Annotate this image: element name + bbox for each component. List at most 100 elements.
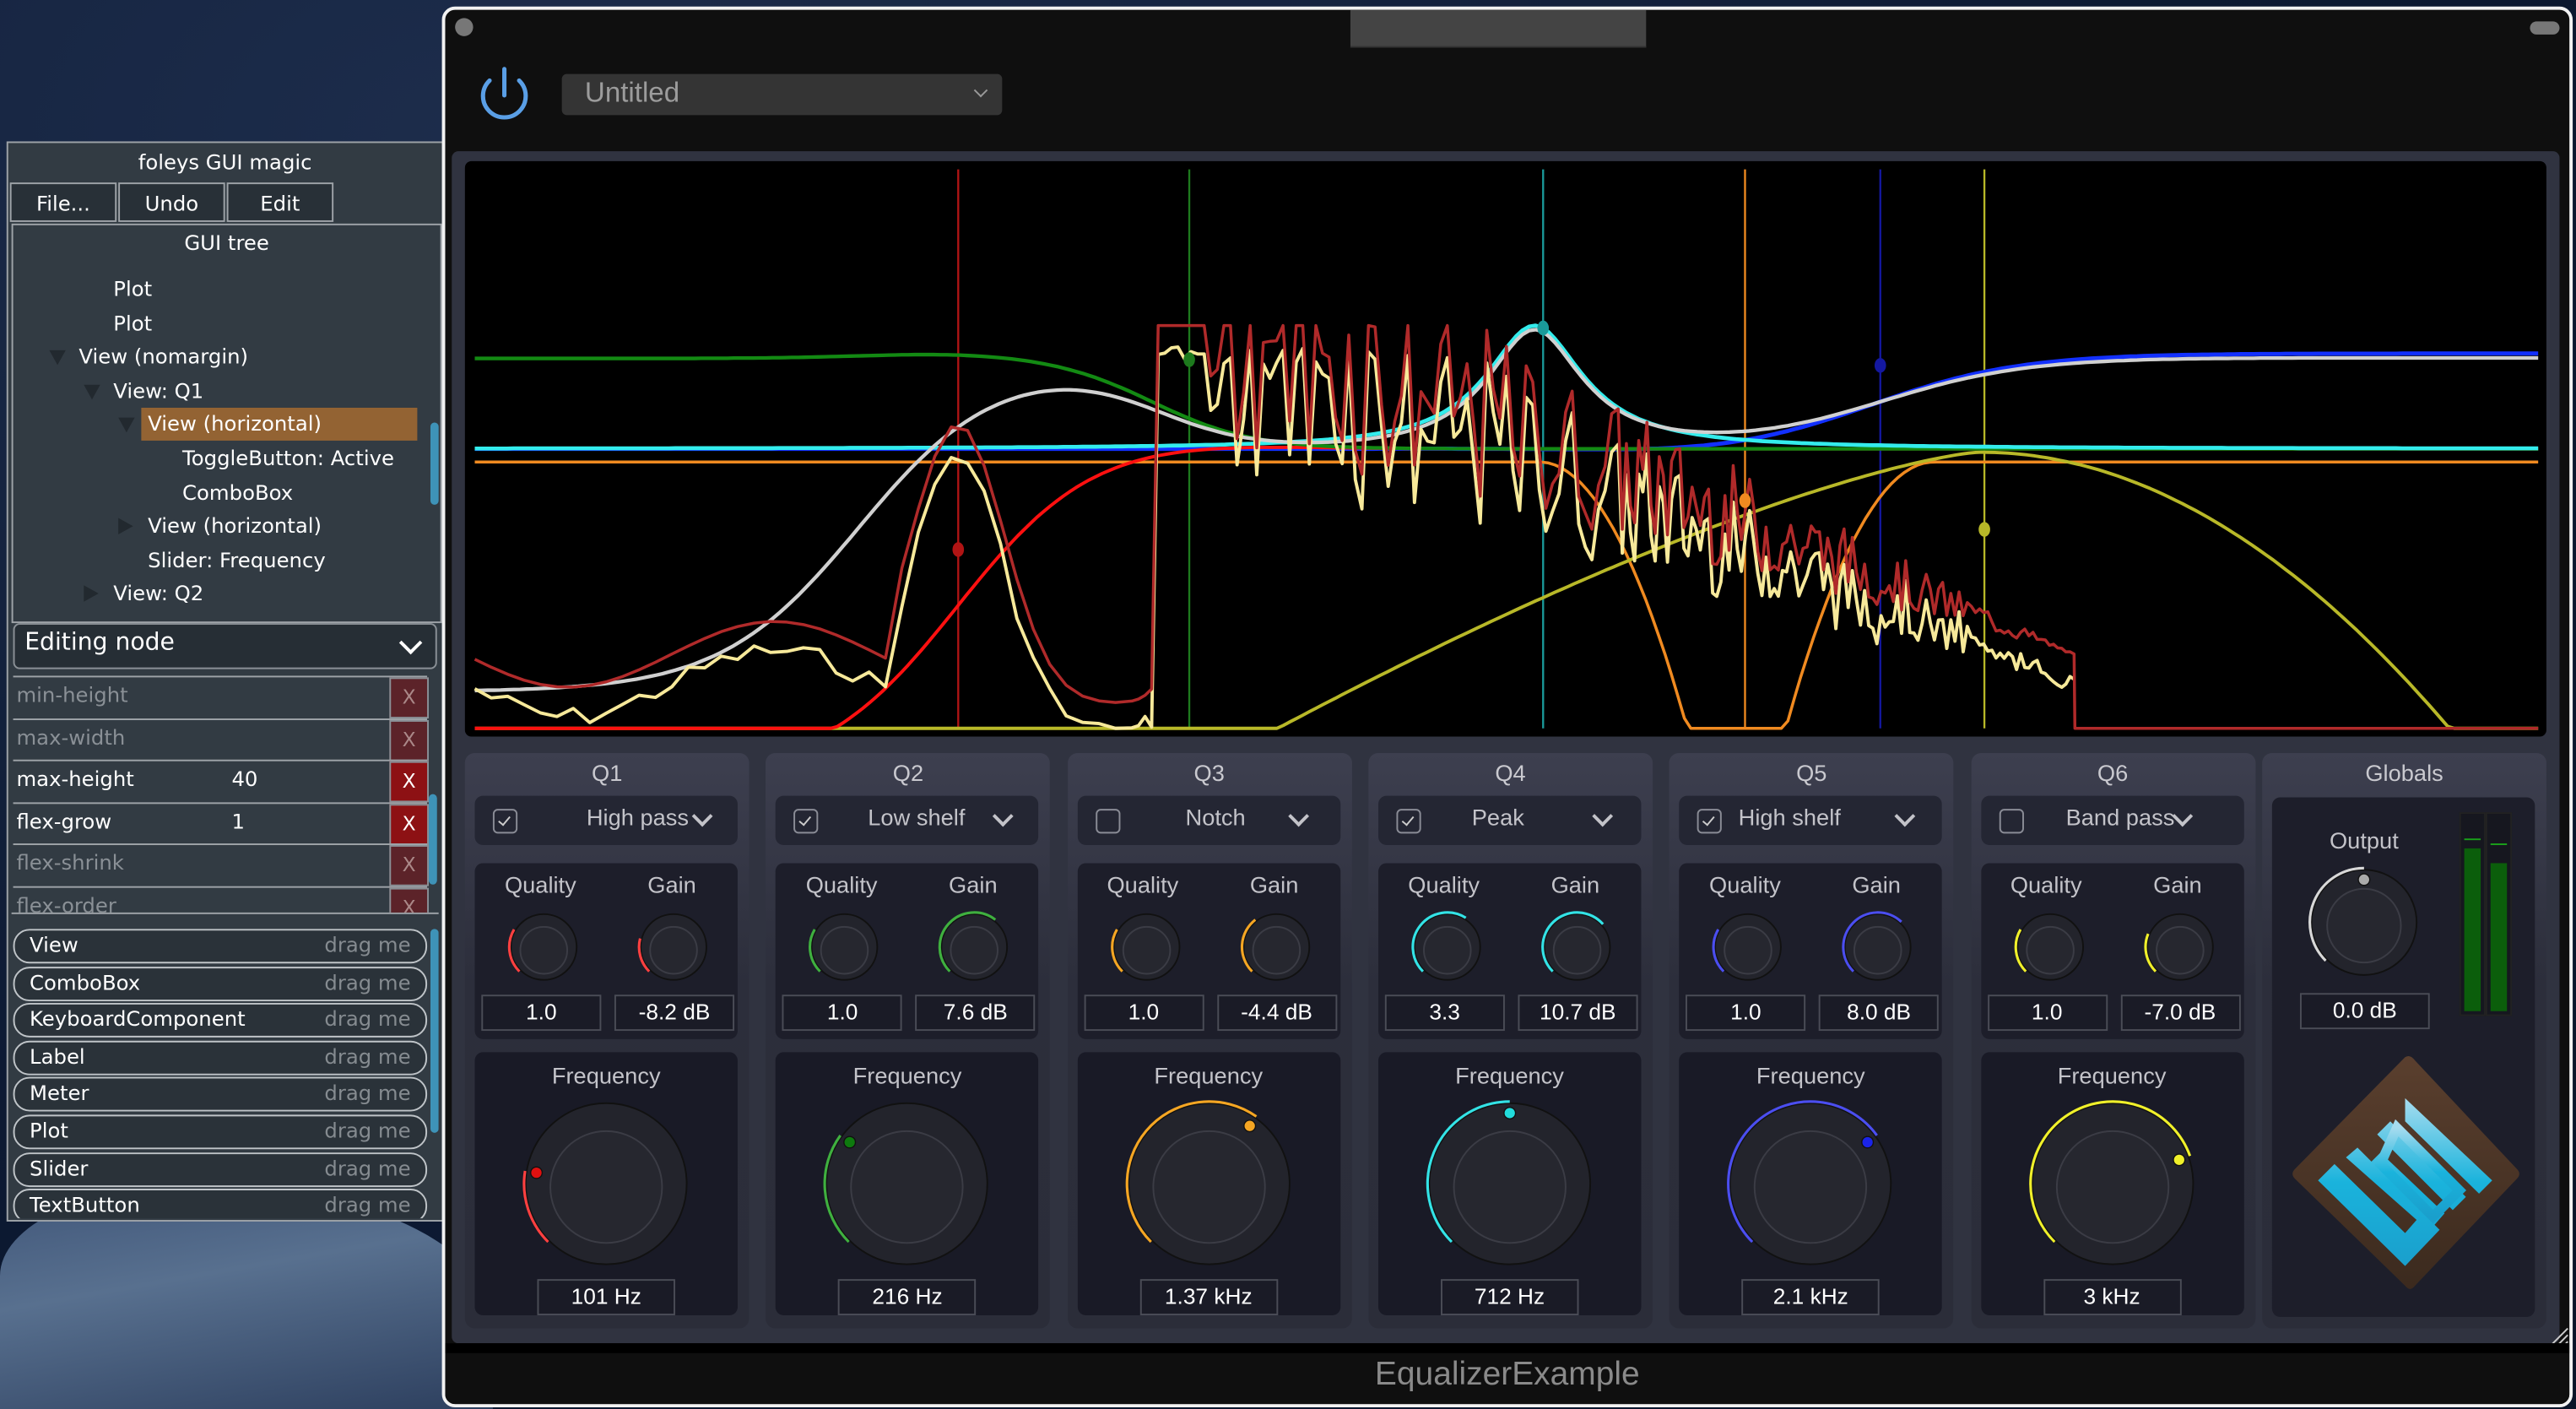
frequency-value[interactable]: 2.1 kHz — [1741, 1279, 1881, 1315]
gain-value[interactable]: 7.6 dB — [915, 994, 1036, 1032]
quality-knob[interactable] — [1408, 908, 1486, 986]
band-type-dropdown[interactable]: Peak — [1472, 804, 1524, 830]
gui-tree-node[interactable]: View: Q1 — [84, 375, 203, 408]
gui-tree-node[interactable]: Slider: Frequency — [148, 544, 326, 577]
power-icon[interactable] — [472, 62, 538, 128]
preset-selector[interactable]: Untitled — [561, 73, 1003, 116]
property-value-field[interactable]: 40 — [231, 767, 257, 791]
gui-tree-node[interactable]: View (nomargin) — [49, 340, 248, 373]
file-menu-button[interactable]: File... — [9, 182, 117, 222]
gain-value[interactable]: -4.4 dB — [1216, 994, 1337, 1032]
band-handle-q2[interactable] — [1183, 352, 1195, 367]
gui-tree-node[interactable]: ComboBox — [182, 476, 293, 509]
remove-property-button[interactable]: X — [389, 761, 430, 803]
gain-knob[interactable] — [1838, 908, 1917, 986]
band-active-checkbox[interactable] — [1998, 809, 2023, 834]
window-drag-handle[interactable] — [1350, 9, 1647, 48]
expanded-triangle-icon[interactable] — [49, 350, 66, 366]
band-handle-q5[interactable] — [1874, 358, 1886, 373]
band-type-dropdown[interactable]: High shelf — [1739, 804, 1841, 830]
band-handle-q1[interactable] — [952, 542, 965, 557]
frequency-response-plot[interactable] — [464, 160, 2546, 737]
remove-property-button[interactable]: X — [389, 845, 430, 886]
gain-value[interactable]: -7.0 dB — [2119, 994, 2240, 1032]
frequency-knob[interactable] — [1422, 1097, 1596, 1271]
gui-tree-node[interactable]: View (horizontal) — [118, 408, 418, 442]
band-active-checkbox[interactable] — [1697, 809, 1723, 834]
band-type-dropdown[interactable]: High pass — [587, 804, 689, 830]
band-handle-q6[interactable] — [1978, 522, 1990, 537]
gain-knob[interactable] — [1237, 908, 1315, 986]
palette-item[interactable]: ComboBox drag me — [13, 966, 428, 1001]
gain-value[interactable]: 10.7 dB — [1518, 994, 1638, 1032]
remove-property-button[interactable]: X — [389, 886, 430, 913]
frequency-knob[interactable] — [1122, 1097, 1296, 1271]
quality-value[interactable]: 1.0 — [1686, 994, 1806, 1032]
gain-knob[interactable] — [634, 908, 712, 986]
quality-value[interactable]: 1.0 — [782, 994, 903, 1032]
quality-value[interactable]: 1.0 — [1987, 994, 2108, 1032]
gui-tree-node[interactable]: Plot — [113, 306, 152, 339]
gain-knob[interactable] — [935, 908, 1014, 986]
palette-item[interactable]: Slider drag me — [13, 1152, 428, 1187]
palette-item[interactable]: View drag me — [13, 929, 428, 964]
frequency-value[interactable]: 1.37 kHz — [1139, 1279, 1278, 1315]
gui-tree-node[interactable]: View (horizontal) — [118, 510, 322, 543]
collapsed-triangle-icon[interactable] — [118, 518, 133, 535]
quality-knob[interactable] — [1107, 908, 1185, 986]
window-close-button[interactable] — [455, 18, 474, 36]
band-handle-q3[interactable] — [1537, 320, 1550, 336]
palette-item[interactable]: Plot drag me — [13, 1114, 428, 1150]
palette-scrollbar[interactable] — [430, 929, 439, 1133]
gain-knob[interactable] — [1538, 908, 1616, 986]
band-handle-q4[interactable] — [1739, 493, 1751, 508]
band-active-checkbox[interactable] — [492, 809, 518, 834]
gui-tree-node[interactable]: View: Q2 — [84, 577, 203, 610]
band-active-checkbox[interactable] — [1095, 809, 1120, 834]
quality-knob[interactable] — [1709, 908, 1788, 986]
quality-value[interactable]: 3.3 — [1384, 994, 1505, 1032]
quality-knob[interactable] — [505, 908, 583, 986]
expanded-triangle-icon[interactable] — [118, 418, 135, 433]
frequency-value[interactable]: 101 Hz — [537, 1279, 675, 1315]
chevron-down-icon[interactable] — [993, 805, 1015, 827]
frequency-knob[interactable] — [1724, 1097, 1897, 1271]
band-active-checkbox[interactable] — [793, 809, 819, 834]
remove-property-button[interactable]: X — [389, 719, 430, 761]
edit-button[interactable]: Edit — [226, 182, 334, 222]
band-type-dropdown[interactable]: Notch — [1186, 804, 1246, 830]
gain-knob[interactable] — [2140, 908, 2218, 986]
quality-value[interactable]: 1.0 — [1083, 994, 1204, 1032]
property-value-field[interactable]: 1 — [231, 808, 244, 832]
quality-knob[interactable] — [805, 908, 884, 986]
window-zoom-button[interactable] — [2530, 21, 2560, 35]
frequency-value[interactable]: 3 kHz — [2043, 1279, 2181, 1315]
palette-item[interactable]: Meter drag me — [13, 1077, 428, 1113]
gui-tree-node[interactable]: ToggleButton: Active — [182, 442, 394, 475]
quality-value[interactable]: 1.0 — [481, 994, 602, 1032]
undo-button[interactable]: Undo — [118, 182, 225, 222]
band-type-dropdown[interactable]: Band pass — [2066, 804, 2175, 830]
remove-property-button[interactable]: X — [389, 803, 430, 845]
band-active-checkbox[interactable] — [1396, 809, 1421, 834]
frequency-value[interactable]: 712 Hz — [1440, 1279, 1579, 1315]
collapsed-triangle-icon[interactable] — [84, 586, 99, 603]
palette-item[interactable]: KeyboardComponent drag me — [13, 1003, 428, 1038]
editing-node-dropdown[interactable]: Editing node — [13, 623, 437, 669]
gui-tree-node[interactable]: Plot — [113, 273, 152, 306]
gui-tree-scrollbar[interactable] — [430, 422, 439, 505]
palette-item[interactable]: Label drag me — [13, 1040, 428, 1076]
properties-scrollbar[interactable] — [429, 794, 437, 885]
remove-property-button[interactable]: X — [389, 677, 430, 719]
gain-value[interactable]: 8.0 dB — [1819, 994, 1940, 1032]
chevron-down-icon[interactable] — [691, 805, 713, 827]
output-value[interactable]: 0.0 dB — [2299, 993, 2430, 1030]
expanded-triangle-icon[interactable] — [84, 384, 100, 399]
quality-knob[interactable] — [2010, 908, 2088, 986]
frequency-value[interactable]: 216 Hz — [838, 1279, 977, 1315]
output-knob[interactable] — [2305, 863, 2423, 981]
band-type-dropdown[interactable]: Low shelf — [868, 804, 965, 830]
frequency-knob[interactable] — [820, 1097, 994, 1271]
palette-item[interactable]: TextButton drag me — [13, 1189, 428, 1219]
frequency-knob[interactable] — [519, 1097, 693, 1271]
